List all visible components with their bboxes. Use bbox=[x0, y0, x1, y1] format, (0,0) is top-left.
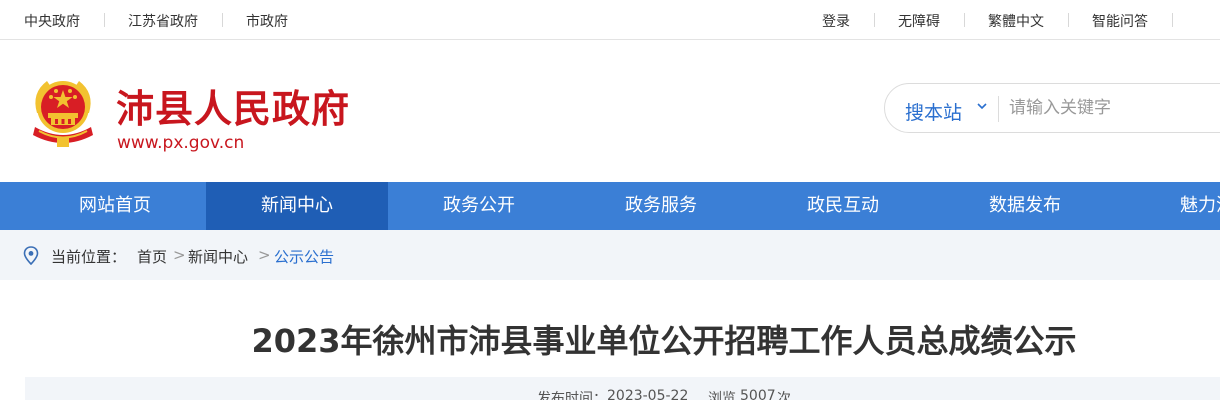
link-accessibility[interactable]: 无障碍 bbox=[898, 11, 940, 31]
divider bbox=[874, 13, 875, 27]
publish-label: 发布时间： bbox=[537, 391, 607, 400]
chevron-down-icon[interactable] bbox=[976, 100, 988, 112]
breadcrumb-separator: > bbox=[173, 246, 186, 264]
divider bbox=[964, 13, 965, 27]
site-name[interactable]: 沛县人民政府 bbox=[116, 78, 350, 133]
national-emblem-icon[interactable] bbox=[27, 73, 99, 153]
publish-date: 2023-05-22 bbox=[607, 388, 689, 400]
breadcrumb-news-center[interactable]: 新闻中心 bbox=[188, 246, 248, 267]
breadcrumb-separator: > bbox=[258, 246, 271, 264]
divider bbox=[1068, 13, 1069, 27]
breadcrumb-home[interactable]: 首页 bbox=[137, 246, 167, 267]
nav-item-government-affairs[interactable]: 政务公开 bbox=[388, 182, 570, 230]
link-smart-qa[interactable]: 智能问答 bbox=[1092, 11, 1148, 31]
article-title: 2023年徐州市沛县事业单位公开招聘工作人员总成绩公示 bbox=[251, 322, 1077, 360]
article-meta: 发布时间： 2023-05-22 浏览 5007 次 bbox=[25, 377, 1220, 400]
views-unit: 次 bbox=[777, 391, 791, 400]
link-provincial-government[interactable]: 江苏省政府 bbox=[128, 11, 198, 31]
top-bar: 中央政府 江苏省政府 市政府 登录 无障碍 繁體中文 智能问答 bbox=[0, 0, 1220, 40]
divider bbox=[104, 13, 105, 27]
breadcrumb: 当前位置： 首页 > 新闻中心 > 公示公告 bbox=[0, 230, 1220, 280]
divider bbox=[1172, 13, 1173, 27]
link-city-government[interactable]: 市政府 bbox=[246, 11, 288, 31]
breadcrumb-announcements[interactable]: 公示公告 bbox=[274, 246, 334, 267]
breadcrumb-label: 当前位置： bbox=[51, 248, 127, 266]
search-divider bbox=[998, 96, 999, 122]
main-nav: 网站首页 新闻中心 政务公开 政务服务 政民互动 数据发布 魅力沛 bbox=[0, 182, 1220, 230]
search-box: 搜本站 bbox=[884, 83, 1220, 133]
nav-item-interaction[interactable]: 政民互动 bbox=[752, 182, 934, 230]
nav-item-home[interactable]: 网站首页 bbox=[24, 182, 206, 230]
site-url: www.px.gov.cn bbox=[117, 133, 245, 153]
site-header: 沛县人民政府 www.px.gov.cn 搜本站 bbox=[0, 41, 1220, 182]
location-pin-icon bbox=[23, 246, 39, 265]
search-input[interactable] bbox=[1009, 92, 1220, 124]
divider bbox=[222, 13, 223, 27]
link-traditional-chinese[interactable]: 繁體中文 bbox=[988, 11, 1044, 31]
link-login[interactable]: 登录 bbox=[822, 11, 850, 31]
nav-item-charm[interactable]: 魅力沛 bbox=[1116, 182, 1220, 230]
nav-item-data-release[interactable]: 数据发布 bbox=[934, 182, 1116, 230]
link-central-government[interactable]: 中央政府 bbox=[24, 11, 80, 31]
search-scope-select[interactable]: 搜本站 bbox=[905, 98, 962, 125]
nav-item-news-center[interactable]: 新闻中心 bbox=[206, 182, 388, 230]
views-count: 5007 bbox=[740, 388, 776, 400]
views-label: 浏览 bbox=[708, 391, 736, 400]
nav-item-government-services[interactable]: 政务服务 bbox=[570, 182, 752, 230]
